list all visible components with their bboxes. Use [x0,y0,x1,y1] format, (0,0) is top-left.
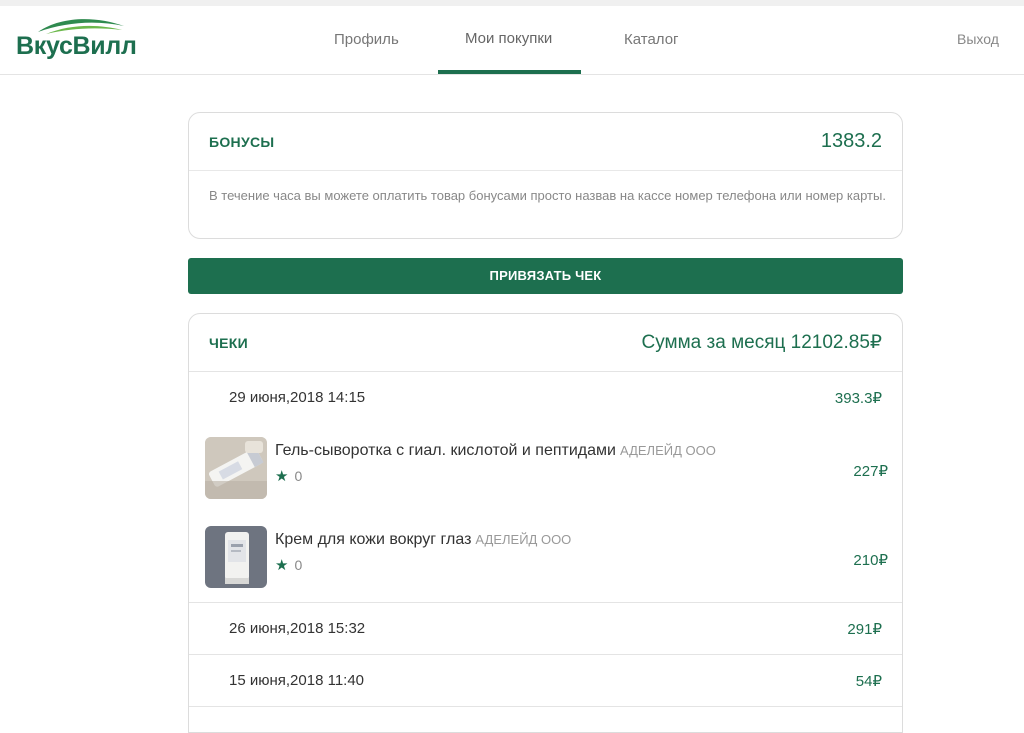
receipt-total: 54₽ [855,673,882,690]
star-icon: ★ [275,468,289,485]
product-vendor: АДЕЛЕЙД ООО [475,532,572,547]
receipt-date: 26 июня,2018 15:32 [229,620,366,637]
receipts-header: ЧЕКИ Сумма за месяц 12102.85₽ [189,314,902,372]
product-image [205,437,267,499]
product-item[interactable]: Крем для кожи вокруг глаз АДЕЛЕЙД ООО ★ 0 … [189,526,902,614]
rating-value: 0 [294,468,303,484]
receipts-card: ЧЕКИ Сумма за месяц 12102.85₽ 29 июня,20… [188,313,903,733]
product-name-text: Гель-сыворотка с гиал. кислотой и пептид… [275,442,616,459]
bonus-value: 1383.2 [820,130,882,152]
nav-my-purchases[interactable]: Мои покупки [465,30,552,47]
product-rating: ★ 0 [275,556,302,574]
site-header: ВкусВилл Профиль Мои покупки Каталог Вых… [0,6,1024,75]
rating-value: 0 [294,557,303,573]
product-image [205,526,267,588]
bonus-header: БОНУСЫ 1383.2 [189,113,902,171]
bonus-title: БОНУСЫ [209,134,275,150]
receipts-title: ЧЕКИ [209,335,248,351]
receipt-date: 15 июня,2018 11:40 [229,672,365,689]
receipt-total: 291₽ [847,621,882,638]
star-icon: ★ [275,557,289,574]
nav-profile[interactable]: Профиль [334,31,399,48]
bonus-card: БОНУСЫ 1383.2 В течение часа вы можете о… [188,112,903,239]
logo[interactable]: ВкусВилл [14,14,137,64]
attach-receipt-button[interactable]: ПРИВЯЗАТЬ ЧЕК [188,258,903,294]
product-price: 210₽ [853,552,888,569]
receipt-row[interactable]: 15 июня,2018 11:40 54₽ [189,655,902,707]
product-name: Гель-сыворотка с гиал. кислотой и пептид… [275,442,716,460]
bonus-note: В течение часа вы можете оплатить товар … [209,188,886,203]
receipt-row[interactable]: 26 июня,2018 15:32 291₽ [189,603,902,655]
product-name-text: Крем для кожи вокруг глаз [275,531,472,548]
nav-catalog[interactable]: Каталог [624,31,679,48]
product-name: Крем для кожи вокруг глаз АДЕЛЕЙД ООО [275,531,571,549]
receipt-total: 393.3₽ [834,390,882,407]
product-item[interactable]: Гель-сыворотка с гиал. кислотой и пептид… [189,437,902,525]
product-rating: ★ 0 [275,467,302,485]
nav-active-indicator [438,70,581,74]
month-sum: Сумма за месяц 12102.85₽ [641,332,882,353]
product-price: 227₽ [853,463,888,480]
logo-text: ВкусВилл [16,32,137,60]
receipt-row[interactable]: 29 июня,2018 14:15 393.3₽ [189,372,902,424]
product-vendor: АДЕЛЕЙД ООО [619,443,716,458]
receipt-date: 29 июня,2018 14:15 [229,389,366,406]
logout-link[interactable]: Выход [957,31,999,47]
